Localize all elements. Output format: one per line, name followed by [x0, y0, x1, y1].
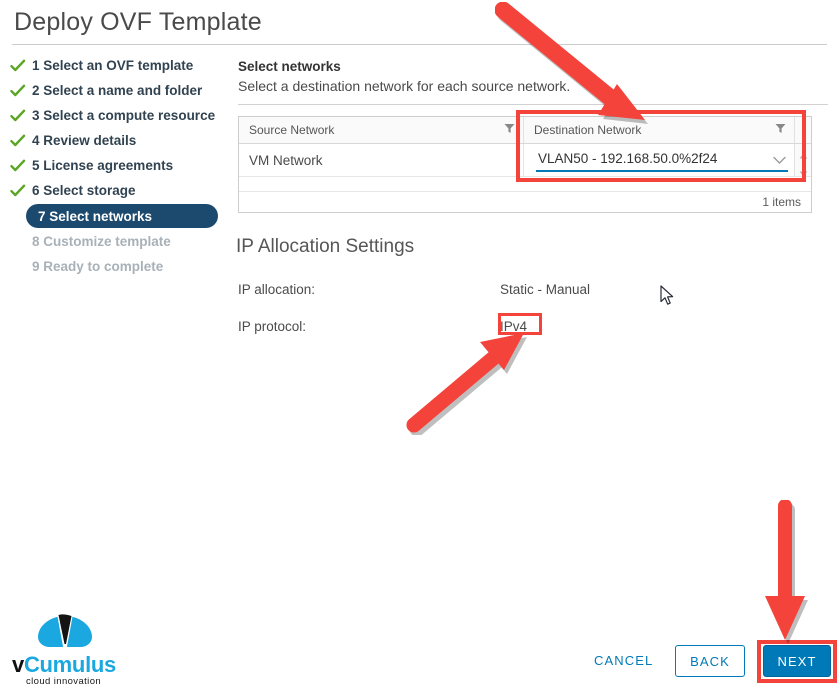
deploy-ovf-template-wizard: Deploy OVF Template 1 Select an OVF temp…	[0, 0, 839, 689]
ip-allocation-section-title: IP Allocation Settings	[236, 236, 415, 257]
ip-allocation-label: IP allocation:	[238, 282, 316, 297]
step-placeholder	[10, 235, 26, 249]
table-header-row: Source Network Destination Network	[239, 117, 811, 144]
sidebar-step-3[interactable]: 3 Select a compute resource	[0, 104, 228, 127]
ip-protocol-value: IPv4	[500, 319, 528, 334]
annotation-arrow-to-ip-protocol	[406, 333, 527, 435]
title-divider	[12, 44, 827, 45]
scroll-down-arrow-icon[interactable]	[799, 164, 808, 182]
sidebar-step-9[interactable]: 9 Ready to complete	[0, 255, 228, 278]
ip-protocol-label: IP protocol:	[238, 319, 307, 334]
column-header-destination-network[interactable]: Destination Network	[524, 117, 794, 143]
sidebar-step-5[interactable]: 5 License agreements	[0, 154, 228, 177]
wizard-step-list: 1 Select an OVF template 2 Select a name…	[0, 54, 228, 280]
logo-word-main: Cumulus	[23, 652, 116, 677]
logo-wordmark: vCumulus	[12, 652, 116, 678]
network-mapping-table: Source Network Destination Network VM Ne…	[238, 116, 812, 213]
scroll-up-arrow-icon[interactable]	[799, 146, 808, 164]
sidebar-step-label: 7 Select networks	[38, 208, 153, 224]
sidebar-step-label: 5 License agreements	[32, 158, 174, 173]
scrollbar-header-spacer	[794, 117, 811, 143]
table-footer: 1 items	[239, 192, 811, 212]
check-icon	[10, 159, 26, 173]
logo-word-prefix: v	[12, 652, 24, 677]
panel-heading: Select networks	[238, 59, 341, 74]
sidebar-step-label: 1 Select an OVF template	[32, 58, 194, 73]
cell-destination-network: VLAN50 - 192.168.50.0%2f24	[524, 144, 794, 176]
next-button[interactable]: NEXT	[763, 645, 831, 677]
cancel-button[interactable]: CANCEL	[588, 652, 659, 669]
filter-icon[interactable]	[504, 123, 515, 137]
back-button[interactable]: BACK	[675, 645, 745, 677]
table-row: VM Network VLAN50 - 192.168.50.0%2f24	[239, 144, 811, 177]
panel-divider	[238, 104, 828, 105]
page-title: Deploy OVF Template	[14, 8, 262, 36]
sidebar-step-2[interactable]: 2 Select a name and folder	[0, 79, 228, 102]
sidebar-step-4[interactable]: 4 Review details	[0, 129, 228, 152]
check-icon	[10, 134, 26, 148]
check-icon	[10, 84, 26, 98]
sidebar-step-8[interactable]: 8 Customize template	[0, 230, 228, 253]
sidebar-step-label: 2 Select a name and folder	[32, 83, 203, 98]
column-header-label: Destination Network	[534, 123, 642, 137]
select-focus-underline	[536, 170, 788, 172]
check-icon	[10, 109, 26, 123]
chevron-down-icon[interactable]	[773, 153, 786, 168]
vcumulus-logo: vCumulus cloud innovation	[12, 614, 124, 687]
annotation-arrow-to-next-button	[765, 500, 808, 644]
sidebar-step-label: 9 Ready to complete	[32, 259, 164, 274]
panel-description: Select a destination network for each so…	[238, 78, 571, 94]
destination-network-value: VLAN50 - 192.168.50.0%2f24	[538, 151, 718, 166]
sidebar-step-6[interactable]: 6 Select storage	[0, 179, 228, 202]
cell-source-network: VM Network	[239, 144, 524, 176]
sidebar-step-label: 3 Select a compute resource	[32, 108, 216, 123]
step-placeholder	[10, 260, 26, 274]
sidebar-step-1[interactable]: 1 Select an OVF template	[0, 54, 228, 77]
sidebar-step-label: 8 Customize template	[32, 234, 171, 249]
table-vertical-scrollbar[interactable]	[794, 144, 811, 177]
column-header-source-network[interactable]: Source Network	[239, 117, 524, 143]
sidebar-step-label: 4 Review details	[32, 133, 137, 148]
check-icon	[10, 184, 26, 198]
ip-allocation-value: Static - Manual	[500, 282, 591, 297]
filter-icon[interactable]	[775, 123, 786, 137]
logo-mark-icon	[38, 614, 92, 652]
table-empty-row	[239, 177, 811, 192]
annotation-arrow-to-destination-network	[495, 2, 648, 124]
sidebar-step-7-select-networks[interactable]: 7 Select networks	[26, 204, 218, 228]
sidebar-step-label: 6 Select storage	[32, 183, 136, 198]
check-icon	[10, 59, 26, 73]
source-network-value: VM Network	[249, 152, 323, 168]
destination-network-select[interactable]: VLAN50 - 192.168.50.0%2f24	[536, 151, 792, 172]
item-count-label: 1 items	[762, 195, 801, 209]
logo-tagline: cloud innovation	[26, 676, 102, 687]
mouse-cursor-icon	[660, 285, 674, 305]
column-header-label: Source Network	[249, 123, 335, 137]
